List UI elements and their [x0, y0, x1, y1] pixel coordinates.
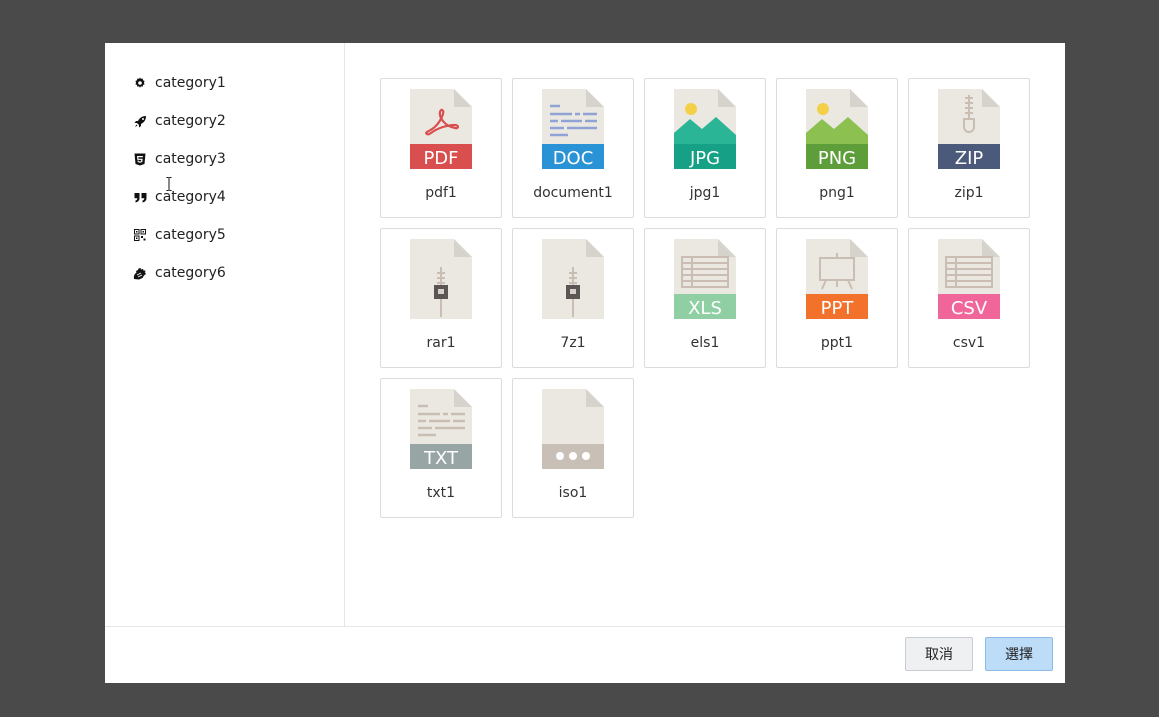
file-tile-zip1[interactable]: ZIP zip1 — [908, 78, 1030, 218]
sidebar-item-label: category5 — [155, 227, 226, 243]
file-name: jpg1 — [689, 185, 721, 201]
file-type-label: JPG — [689, 148, 720, 169]
quote-icon — [133, 190, 147, 204]
file-tile-txt1[interactable]: TXT txt1 — [380, 378, 502, 518]
file-tile-jpg1[interactable]: JPG jpg1 — [644, 78, 766, 218]
file-tile-pdf1[interactable]: PDF pdf1 — [380, 78, 502, 218]
zip-file-icon: ZIP — [938, 89, 1000, 169]
png-file-icon: PNG — [806, 89, 868, 169]
file-type-label: PDF — [423, 148, 458, 169]
cancel-button[interactable]: 取消 — [905, 637, 973, 671]
file-name: csv1 — [952, 335, 986, 351]
sidebar-item-category2[interactable]: category2 — [133, 110, 226, 132]
csv-file-icon: CSV — [938, 239, 1000, 319]
gear-icon — [133, 76, 147, 90]
sidebar-item-category4[interactable]: category4 — [133, 186, 226, 208]
7z-file-icon — [542, 239, 604, 319]
hand-icon — [133, 266, 147, 280]
file-tile-iso1[interactable]: iso1 — [512, 378, 634, 518]
jpg-file-icon: JPG — [674, 89, 736, 169]
file-name: rar1 — [426, 335, 456, 351]
file-type-label: PPT — [821, 298, 855, 319]
file-type-label: TXT — [423, 448, 459, 469]
file-name: els1 — [690, 335, 720, 351]
qrcode-icon — [133, 228, 147, 242]
xls-file-icon: XLS — [674, 239, 736, 319]
file-tile-els1[interactable]: XLS els1 — [644, 228, 766, 368]
file-name: png1 — [819, 185, 855, 201]
category-sidebar: category1 category2 category3 category4 … — [105, 43, 345, 626]
file-tile-ppt1[interactable]: PPT ppt1 — [776, 228, 898, 368]
text-cursor-icon — [166, 177, 172, 191]
file-tile-rar1[interactable]: rar1 — [380, 228, 502, 368]
file-name: txt1 — [426, 485, 456, 501]
file-type-label: CSV — [951, 298, 988, 319]
sidebar-item-category5[interactable]: category5 — [133, 224, 226, 246]
sidebar-item-label: category2 — [155, 113, 226, 129]
file-tile-csv1[interactable]: CSV csv1 — [908, 228, 1030, 368]
file-type-label: XLS — [688, 298, 722, 319]
iso-file-icon — [542, 389, 604, 469]
html5-icon — [133, 152, 147, 166]
dialog-footer: 取消 選擇 — [105, 626, 1065, 684]
file-name: ppt1 — [820, 335, 854, 351]
sidebar-item-label: category4 — [155, 189, 226, 205]
file-type-label: PNG — [818, 148, 856, 169]
file-type-label: DOC — [553, 148, 594, 169]
file-tile-png1[interactable]: PNG png1 — [776, 78, 898, 218]
sidebar-item-label: category6 — [155, 265, 226, 281]
file-grid: PDF pdf1 DOC document1 JPG jpg1 PNG png1… — [345, 43, 1065, 626]
txt-file-icon: TXT — [410, 389, 472, 469]
file-name: document1 — [533, 185, 613, 201]
file-tile-7z1[interactable]: 7z1 — [512, 228, 634, 368]
file-picker-dialog: category1 category2 category3 category4 … — [105, 43, 1065, 683]
rocket-icon — [133, 114, 147, 128]
sidebar-item-category6[interactable]: category6 — [133, 262, 226, 284]
sidebar-item-category3[interactable]: category3 — [133, 148, 226, 170]
sidebar-item-category1[interactable]: category1 — [133, 72, 226, 94]
file-name: iso1 — [558, 485, 588, 501]
sidebar-item-label: category3 — [155, 151, 226, 167]
file-tile-document1[interactable]: DOC document1 — [512, 78, 634, 218]
file-name: 7z1 — [560, 335, 586, 351]
pdf-file-icon: PDF — [410, 89, 472, 169]
rar-file-icon — [410, 239, 472, 319]
sidebar-item-label: category1 — [155, 75, 226, 91]
select-button[interactable]: 選擇 — [985, 637, 1053, 671]
file-name: zip1 — [954, 185, 984, 201]
ppt-file-icon: PPT — [806, 239, 868, 319]
file-type-label: ZIP — [955, 148, 984, 169]
doc-file-icon: DOC — [542, 89, 604, 169]
file-name: pdf1 — [425, 185, 457, 201]
